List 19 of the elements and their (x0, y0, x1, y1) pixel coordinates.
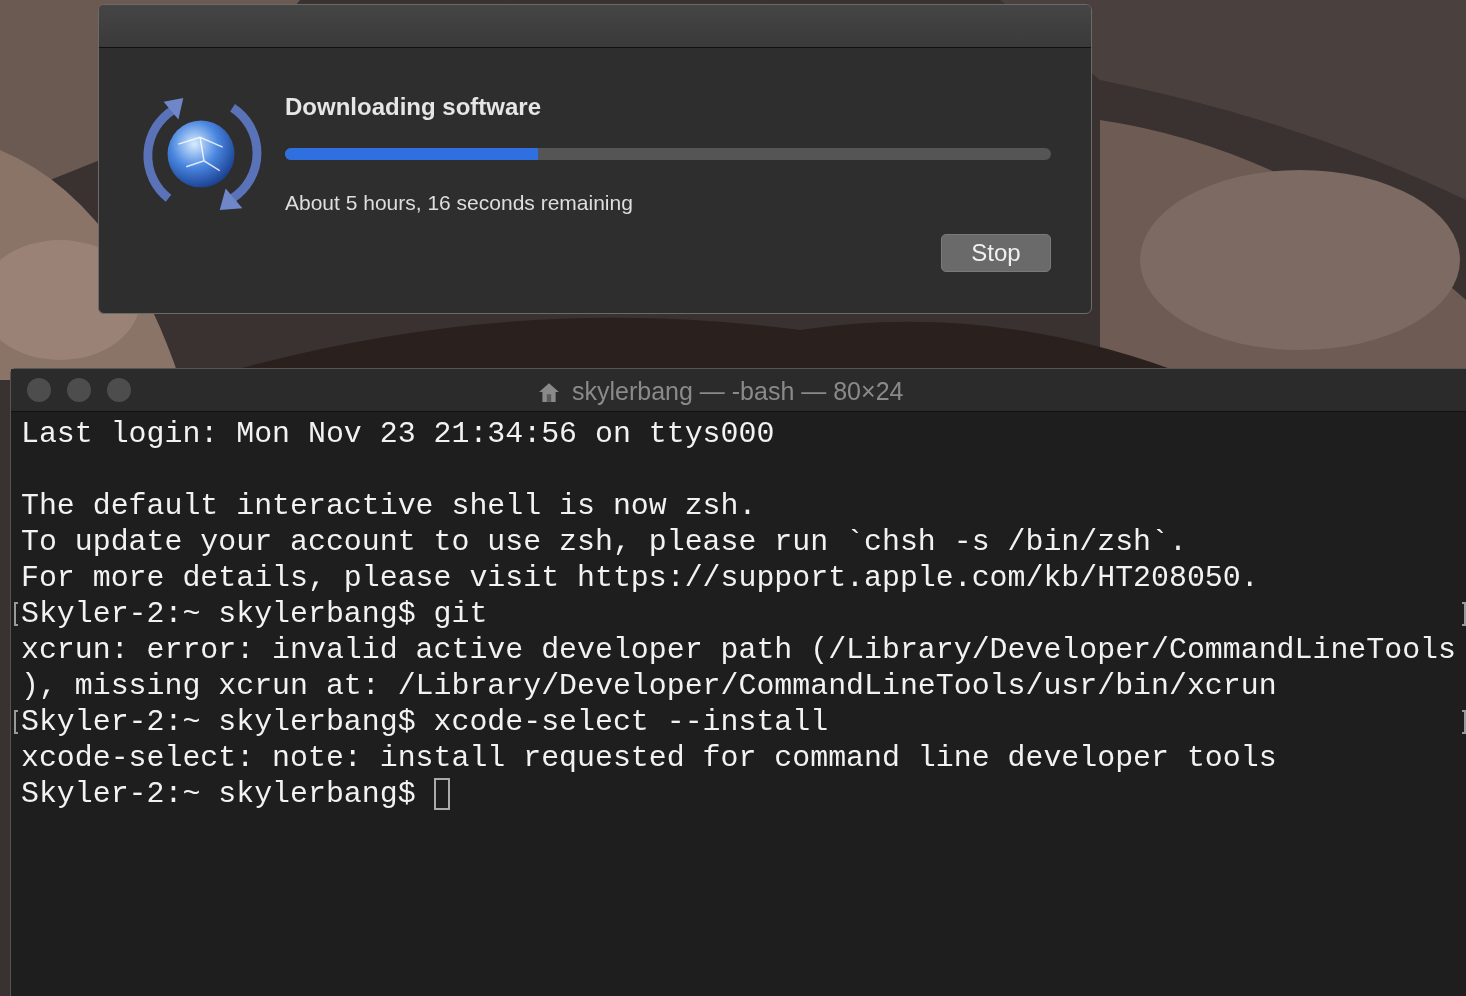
output-line: For more details, please visit https://support.apple.com/kb/HT208050. (21, 560, 1259, 596)
prompt-line: Skyler-2:~ skylerbang$ (21, 776, 416, 812)
output-line: The default interactive shell is now zsh. (21, 488, 757, 524)
zoom-button[interactable] (107, 378, 131, 402)
stop-button[interactable]: Stop (941, 234, 1051, 272)
output-line: xcode-select: note: install requested for command line developer tools (21, 740, 1277, 776)
output-line: Last login: Mon Nov 23 21:34:56 on ttys000 (21, 416, 775, 452)
dialog-heading: Downloading software (285, 92, 542, 122)
prompt-line: Skyler-2:~ skylerbang$ xcode-select --install (21, 704, 829, 740)
status-text: About 5 hours, 16 seconds remaining (285, 190, 634, 216)
mark-icon (1462, 602, 1466, 626)
output-line: To update your account to use zsh, please run `chsh -s /bin/zsh`. (21, 524, 1187, 560)
minimize-button[interactable] (67, 378, 91, 402)
mark-icon (1462, 710, 1466, 734)
close-button[interactable] (27, 378, 51, 402)
prompt-line: Skyler-2:~ skylerbang$ git (21, 596, 488, 632)
window-title: skylerbang — -bash — 80×24 (572, 377, 904, 406)
output-line: ), missing xcrun at: /Library/Developer/CommandLineTools/usr/bin/xcrun (21, 668, 1277, 704)
output-line: xcrun: error: invalid active developer path (/Library/Developer/CommandLineTools (21, 632, 1456, 668)
